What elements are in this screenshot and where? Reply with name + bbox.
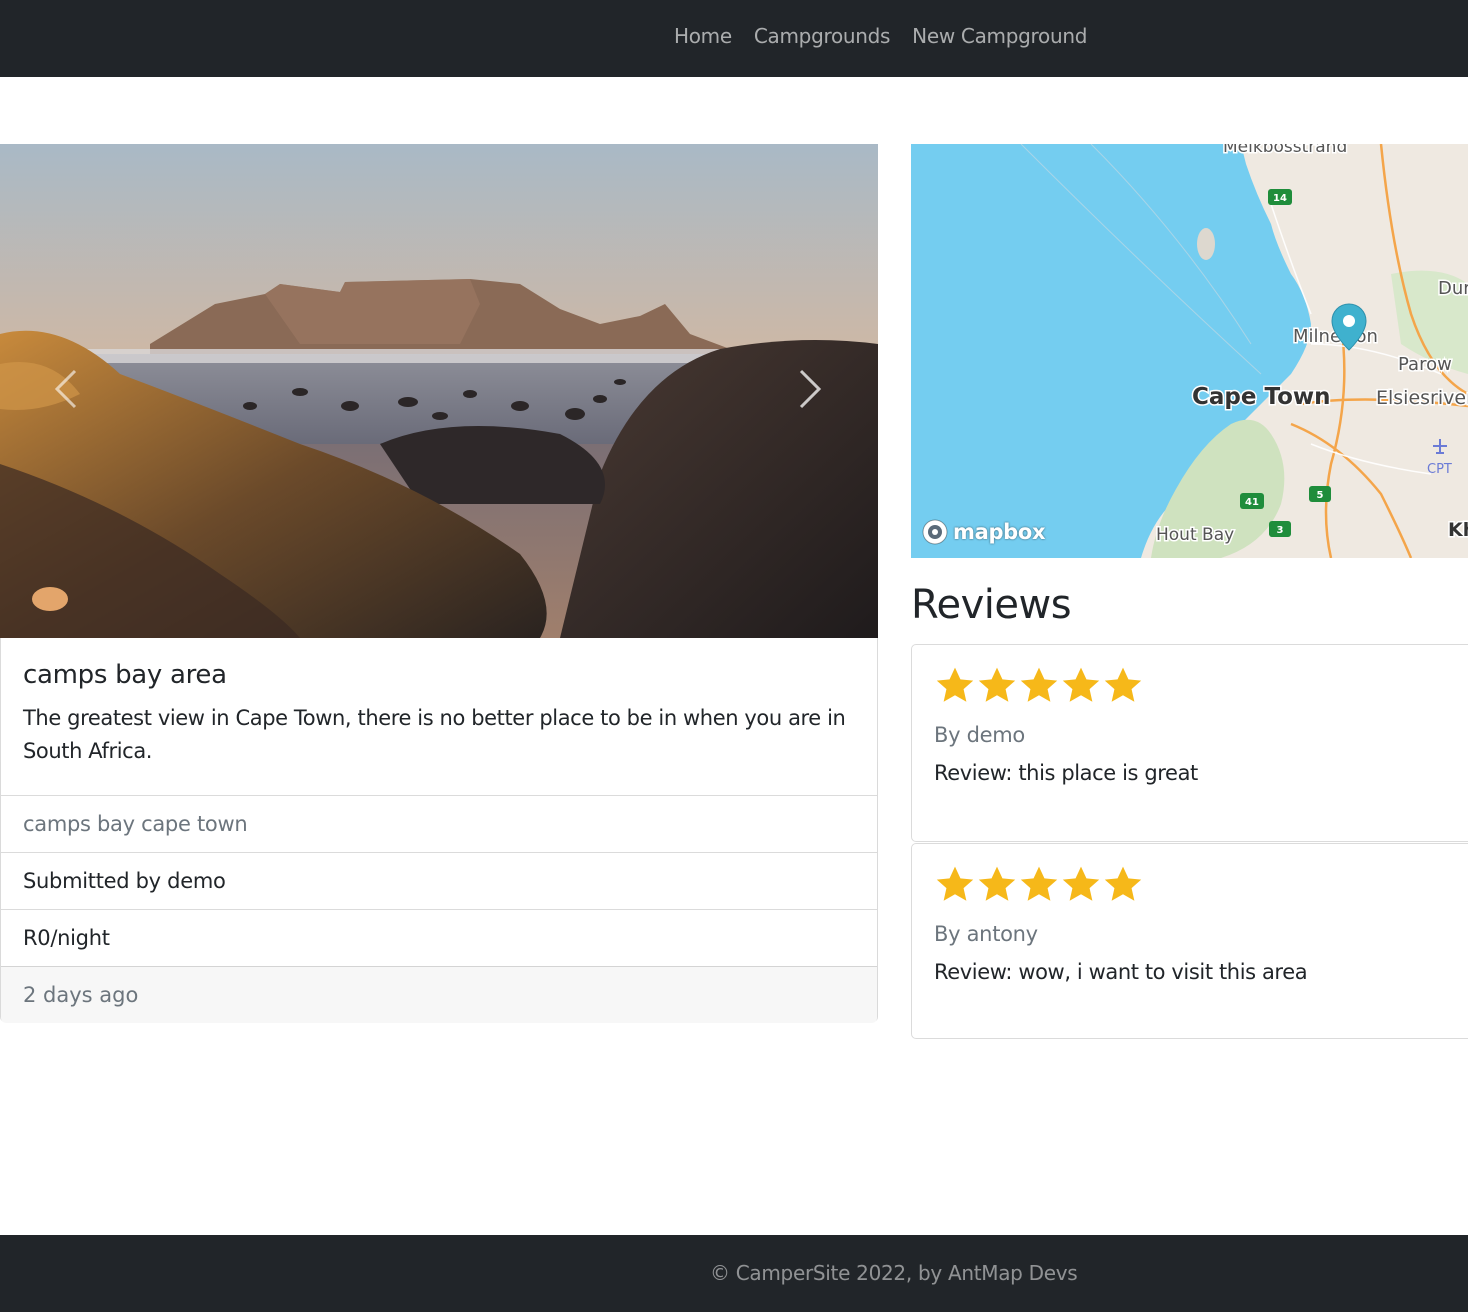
- map-label-cape-town: Cape Town: [1192, 384, 1331, 410]
- route-14-label: 14: [1273, 193, 1287, 204]
- navbar: Home Campgrounds New Campground: [0, 0, 1468, 77]
- chevron-right-icon: [799, 369, 822, 409]
- footer-copyright: © CamperSite 2022, by AntMap Devs: [710, 1261, 1078, 1285]
- map-label-melkbosstrand: Melkbosstrand: [1223, 144, 1347, 157]
- map-label-cpt: CPT: [1427, 462, 1452, 477]
- mapbox-attribution: mapbox: [953, 520, 1046, 544]
- review-author: By demo: [934, 723, 1025, 747]
- reviews-heading: Reviews: [911, 582, 1072, 628]
- map-label-khayelitsha: Kh: [1448, 519, 1468, 541]
- campground-photo: [0, 144, 878, 638]
- carousel-prev-button[interactable]: [36, 344, 96, 434]
- star-icon: [1104, 667, 1142, 702]
- star-icon: [936, 667, 974, 702]
- map-tiles: 14 41 5 3 Melkbosstrand Dur Milnerton Pa…: [911, 144, 1468, 558]
- star-icon: [978, 866, 1016, 901]
- route-3-label: 3: [1277, 525, 1284, 536]
- footer: © CamperSite 2022, by AntMap Devs: [0, 1235, 1468, 1312]
- map-label-elsiesriver: Elsiesriver: [1376, 387, 1468, 409]
- campground-location: camps bay cape town: [1, 795, 877, 852]
- map-label-durbanville: Dur: [1438, 278, 1468, 299]
- campground-posted-time: 2 days ago: [1, 966, 877, 1023]
- mapbox-icon: [922, 519, 948, 545]
- star-rating: [934, 665, 1468, 711]
- review-author: By antony: [934, 922, 1038, 946]
- review-text: Review: this place is great: [934, 761, 1198, 785]
- review-text: Review: wow, i want to visit this area: [934, 960, 1308, 984]
- card-body: camps bay area The greatest view in Cape…: [1, 638, 877, 795]
- star-icon: [936, 866, 974, 901]
- star-icon: [978, 667, 1016, 702]
- campground-map[interactable]: 14 41 5 3 Melkbosstrand Dur Milnerton Pa…: [911, 144, 1468, 558]
- route-5-label: 5: [1317, 490, 1324, 501]
- nav-link-home[interactable]: Home: [674, 24, 732, 48]
- map-label-hout-bay: Hout Bay: [1156, 525, 1234, 545]
- nav-link-new-campground[interactable]: New Campground: [912, 24, 1087, 48]
- map-label-parow: Parow: [1398, 354, 1452, 375]
- nav-link-campgrounds[interactable]: Campgrounds: [754, 24, 891, 48]
- campground-submitted-by: Submitted by demo: [1, 852, 877, 909]
- campground-title: camps bay area: [23, 660, 227, 690]
- star-icon: [1104, 866, 1142, 901]
- star-rating: [934, 864, 1468, 910]
- star-icon: [1062, 866, 1100, 901]
- route-41-label: 41: [1245, 497, 1259, 508]
- star-icon: [1062, 667, 1100, 702]
- review-card: By demo Review: this place is great: [911, 644, 1468, 842]
- review-card: By antony Review: wow, i want to visit t…: [911, 843, 1468, 1039]
- star-icon: [1020, 667, 1058, 702]
- campground-card: camps bay area The greatest view in Cape…: [0, 638, 878, 1023]
- campground-image-carousel: [0, 144, 878, 638]
- carousel-next-button[interactable]: [780, 344, 840, 434]
- chevron-left-icon: [54, 369, 77, 409]
- campground-price: R0/night: [1, 909, 877, 966]
- nav-links: Home Campgrounds New Campground: [674, 24, 1087, 48]
- campground-description: The greatest view in Cape Town, there is…: [23, 706, 846, 763]
- mapbox-logo[interactable]: mapbox: [921, 518, 1046, 546]
- star-icon: [1020, 866, 1058, 901]
